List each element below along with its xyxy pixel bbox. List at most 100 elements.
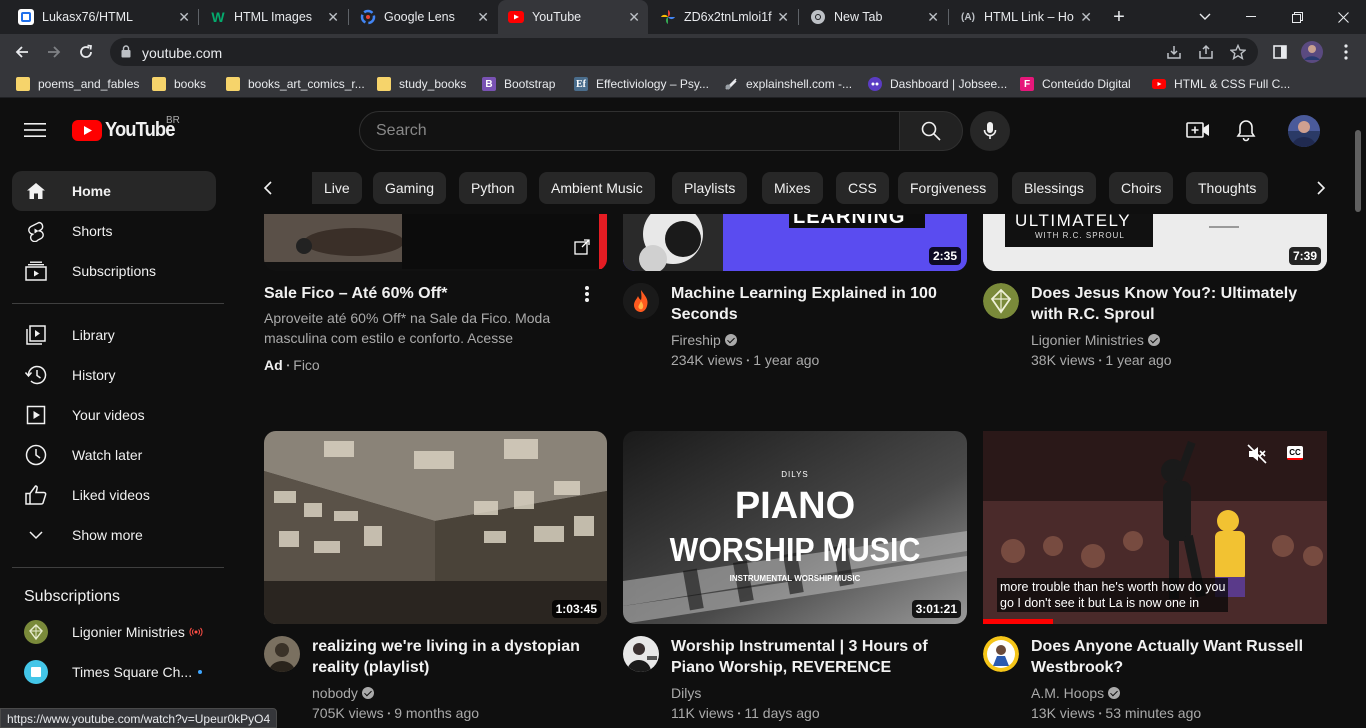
sidebar-item-liked-videos[interactable]: Liked videos: [12, 475, 216, 515]
back-icon[interactable]: [8, 38, 36, 66]
reload-icon[interactable]: [72, 38, 100, 66]
search-input[interactable]: [376, 112, 876, 150]
profile-avatar[interactable]: [1298, 38, 1326, 66]
hamburger-menu-icon[interactable]: [24, 122, 46, 138]
side-panel-icon[interactable]: [1266, 38, 1294, 66]
video-title[interactable]: Sale Fico – Até 60% Off*: [264, 283, 564, 304]
tab-html-images[interactable]: W HTML Images ✕: [200, 0, 347, 34]
subscriptions-icon: [24, 259, 48, 283]
sidebar-show-more[interactable]: Show more: [12, 515, 216, 555]
tab-new-tab[interactable]: New Tab ✕: [800, 0, 947, 34]
mute-icon[interactable]: [1247, 444, 1267, 464]
bookmark-html-css-course[interactable]: HTML & CSS Full C...: [1152, 75, 1290, 93]
channel-avatar[interactable]: [623, 636, 659, 672]
bookmark-jobseeker[interactable]: Dashboard | Jobsee...: [868, 75, 1007, 93]
channel-name[interactable]: Fireship: [671, 330, 737, 350]
close-window-icon[interactable]: [1320, 0, 1366, 34]
sidebar-item-history[interactable]: History: [12, 355, 216, 395]
video-title[interactable]: Does Jesus Know You?: Ultimately with R.…: [1031, 283, 1316, 325]
video-title[interactable]: Worship Instrumental | 3 Hours of Piano …: [671, 636, 956, 678]
bookmark-folder-poems[interactable]: poems_and_fables: [16, 75, 139, 93]
chip-css[interactable]: CSS: [836, 172, 889, 204]
channel-avatar[interactable]: [983, 636, 1019, 672]
video-thumbnail[interactable]: LEARNING 2:35: [623, 214, 967, 271]
chip-playlists[interactable]: Playlists: [672, 172, 748, 204]
tab-search-icon[interactable]: [1182, 0, 1228, 34]
close-tab-icon[interactable]: ✕: [477, 9, 489, 26]
browser-menu-icon[interactable]: [1332, 38, 1360, 66]
video-title[interactable]: Machine Learning Explained in 100 Second…: [671, 283, 951, 325]
more-actions-icon[interactable]: [585, 285, 589, 303]
sidebar-item-subscriptions[interactable]: Subscriptions: [12, 251, 216, 291]
share-icon[interactable]: [1198, 44, 1214, 60]
install-app-icon[interactable]: [1166, 44, 1182, 60]
minimize-icon[interactable]: [1228, 0, 1274, 34]
youtube-logo[interactable]: YouTube BR: [72, 115, 181, 142]
close-tab-icon[interactable]: ✕: [777, 9, 789, 26]
close-tab-icon[interactable]: ✕: [927, 9, 939, 26]
scrollbar-thumb[interactable]: [1355, 130, 1361, 212]
account-avatar[interactable]: [1288, 115, 1320, 147]
bookmark-conteudo-digital[interactable]: F Conteúdo Digital: [1020, 75, 1131, 93]
tab-github[interactable]: Lukasx76/HTML ✕: [8, 0, 198, 34]
chip-python[interactable]: Python: [459, 172, 527, 204]
sidebar-item-library[interactable]: Library: [12, 315, 216, 355]
bookmark-folder-books-art[interactable]: books_art_comics_r...: [226, 75, 365, 93]
channel-avatar[interactable]: [623, 283, 659, 319]
bookmark-star-icon[interactable]: [1230, 44, 1246, 60]
subscription-ligonier[interactable]: Ligonier Ministries: [12, 612, 216, 652]
close-tab-icon[interactable]: ✕: [327, 9, 339, 26]
page-scrollbar[interactable]: [1350, 98, 1366, 728]
chip-choirs[interactable]: Choirs: [1109, 172, 1174, 204]
forward-icon[interactable]: [40, 38, 68, 66]
close-tab-icon[interactable]: ✕: [628, 9, 640, 26]
channel-name[interactable]: Ligonier Ministries: [1031, 330, 1160, 350]
channel-name[interactable]: Dilys: [671, 683, 701, 703]
chip-thoughts[interactable]: Thoughts: [1186, 172, 1269, 204]
search-button[interactable]: [899, 111, 963, 151]
bookmark-bootstrap[interactable]: B Bootstrap: [482, 75, 555, 93]
bookmark-folder-books[interactable]: books: [152, 75, 206, 93]
tab-freecodecamp[interactable]: (A) HTML Link – Ho ✕: [950, 0, 1100, 34]
channel-name[interactable]: nobody: [312, 683, 374, 703]
video-preview-player[interactable]: CC more trouble than he's worth how do y…: [983, 431, 1327, 624]
sidebar-item-watch-later[interactable]: Watch later: [12, 435, 216, 475]
new-tab-button[interactable]: +: [1096, 0, 1142, 34]
channel-avatar[interactable]: [983, 283, 1019, 319]
notifications-bell-icon[interactable]: [1236, 118, 1256, 142]
chip-forgiveness[interactable]: Forgiveness: [898, 172, 999, 204]
subscription-times-square[interactable]: Times Square Ch...: [12, 652, 216, 692]
close-tab-icon[interactable]: ✕: [178, 9, 190, 26]
sidebar-item-shorts[interactable]: Shorts: [12, 211, 216, 251]
tab-youtube[interactable]: YouTube ✕: [498, 0, 648, 34]
channel-avatar[interactable]: [264, 636, 300, 672]
address-bar[interactable]: youtube.com: [110, 38, 1258, 66]
sidebar-item-your-videos[interactable]: Your videos: [12, 395, 216, 435]
chip-blessings[interactable]: Blessings: [1012, 172, 1096, 204]
tab-google-lens[interactable]: Google Lens ✕: [350, 0, 497, 34]
chip-gaming[interactable]: Gaming: [373, 172, 447, 204]
chips-scroll-left-icon[interactable]: [253, 173, 283, 203]
chip-mixes[interactable]: Mixes: [762, 172, 823, 204]
sidebar-item-home[interactable]: Home: [12, 171, 216, 211]
chips-scroll-right-icon[interactable]: [1306, 173, 1336, 203]
tab-google-photos[interactable]: ZD6x2tnLmloi1f ✕: [650, 0, 797, 34]
video-thumbnail[interactable]: DILYS PIANO WORSHIP MUSIC INSTRUMENTAL W…: [623, 431, 967, 624]
closed-captions-button[interactable]: CC: [1287, 446, 1303, 460]
bookmark-explainshell[interactable]: explainshell.com -...: [724, 75, 852, 93]
video-thumbnail[interactable]: ULTIMATELY WITH R.C. SPROUL 7:39: [983, 214, 1327, 271]
close-tab-icon[interactable]: ✕: [1080, 9, 1092, 26]
ad-thumbnail[interactable]: [264, 214, 607, 271]
chip-live[interactable]: Live: [312, 172, 362, 204]
external-link-icon[interactable]: [574, 239, 590, 255]
create-video-icon[interactable]: [1186, 120, 1210, 140]
bookmark-effectiviology[interactable]: Ef Effectiviology – Psy...: [574, 75, 709, 93]
bookmark-folder-study-books[interactable]: study_books: [377, 75, 466, 93]
channel-name[interactable]: A.M. Hoops: [1031, 683, 1121, 703]
video-thumbnail[interactable]: 1:03:45: [264, 431, 607, 624]
video-title[interactable]: Does Anyone Actually Want Russell Westbr…: [1031, 636, 1316, 678]
video-title[interactable]: realizing we're living in a dystopian re…: [312, 636, 592, 678]
restore-icon[interactable]: [1274, 0, 1320, 34]
voice-search-button[interactable]: [970, 111, 1010, 151]
chip-ambient-music[interactable]: Ambient Music: [539, 172, 655, 204]
